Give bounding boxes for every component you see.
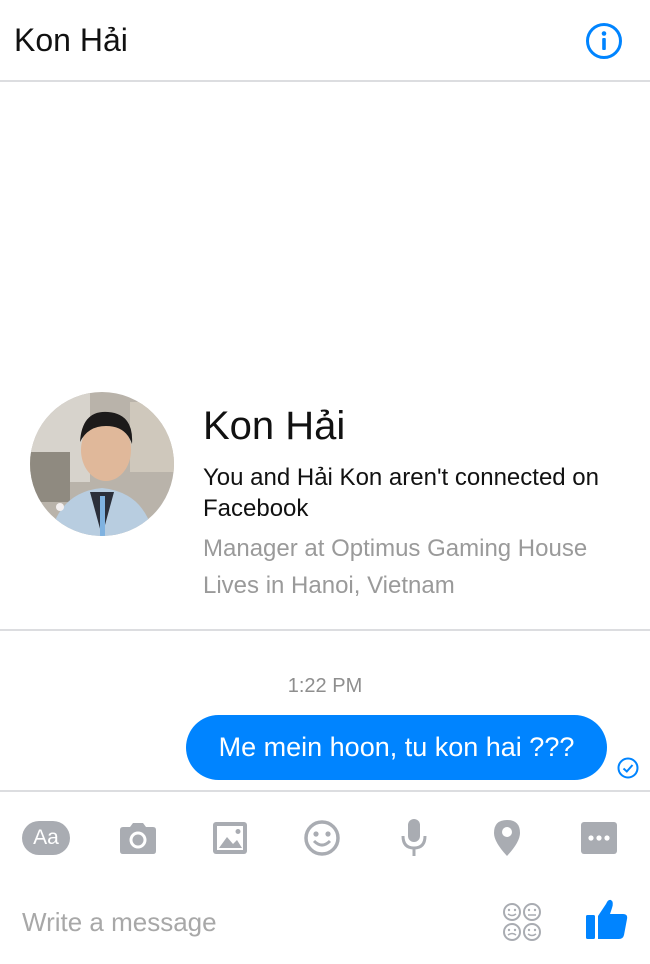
gallery-button[interactable] (206, 814, 254, 862)
header-title: Kon Hải (14, 22, 128, 58)
location-button[interactable] (483, 814, 531, 862)
message-composer (0, 880, 650, 964)
stickers-icon[interactable] (502, 902, 542, 942)
more-button[interactable] (575, 814, 623, 862)
connection-status-text: You and Hải Kon aren't connected on Face… (203, 464, 599, 522)
composer-toolbar: Aa (0, 790, 650, 880)
camera-button[interactable] (114, 814, 162, 862)
text-style-button[interactable]: Aa (22, 814, 70, 862)
camera-icon (120, 823, 156, 854)
profile-location: Lives in Hanoi, Vietnam (203, 572, 455, 599)
divider (0, 629, 650, 631)
aa-icon: Aa (22, 821, 70, 855)
message-input[interactable] (22, 900, 482, 944)
more-icon (581, 822, 617, 854)
voice-button[interactable] (390, 814, 438, 862)
info-icon[interactable] (585, 22, 623, 60)
microphone-icon (401, 819, 427, 856)
image-icon (213, 822, 247, 854)
emoji-button[interactable] (298, 814, 346, 862)
smiley-icon (304, 820, 340, 856)
avatar[interactable] (30, 392, 174, 536)
sent-message-bubble[interactable]: Me mein hoon, tu kon hai ??? (186, 715, 607, 780)
message-timestamp: 1:22 PM (287, 675, 363, 697)
location-pin-icon (494, 820, 520, 856)
sent-check-icon (617, 757, 639, 779)
conversation-header: Kon Hải (0, 0, 650, 82)
profile-name: Kon Hải (203, 404, 346, 448)
thumbs-up-icon[interactable] (584, 896, 630, 942)
profile-work: Manager at Optimus Gaming House (203, 535, 588, 562)
